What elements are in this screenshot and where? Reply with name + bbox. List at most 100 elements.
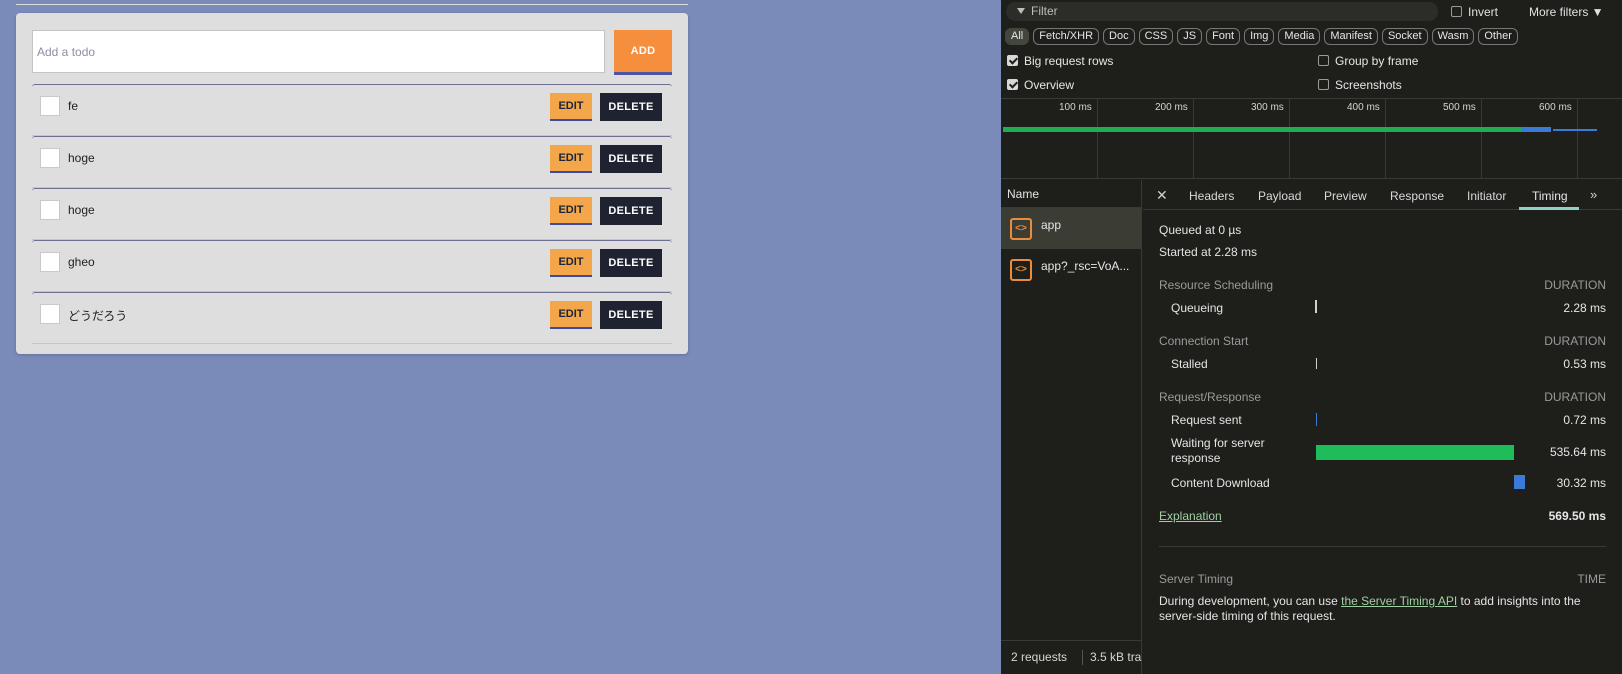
todo-item: fe EDIT DELETE xyxy=(32,84,672,136)
total-duration: 569.50 ms xyxy=(1548,509,1606,523)
type-filter-chip[interactable]: CSS xyxy=(1138,28,1174,45)
timing-row-label: Content Download xyxy=(1171,476,1270,490)
section-divider xyxy=(1159,546,1606,547)
server-timing-text: During development, you can use xyxy=(1159,594,1342,608)
overview-label: Overview xyxy=(1024,78,1075,92)
duration-header: DURATION xyxy=(1544,334,1606,348)
todo-text: fe xyxy=(68,99,79,113)
todo-checkbox[interactable] xyxy=(40,200,60,220)
type-filter-chip[interactable]: Socket xyxy=(1381,28,1428,45)
tab-preview[interactable]: Preview xyxy=(1324,189,1367,203)
type-filter-chip[interactable]: Media xyxy=(1278,28,1321,45)
tab-payload[interactable]: Payload xyxy=(1258,189,1301,203)
section-title: Request/Response xyxy=(1159,390,1262,404)
server-timing-description: During development, you can use the Serv… xyxy=(1159,594,1606,624)
todo-input[interactable] xyxy=(32,30,605,73)
tab-timing[interactable]: Timing xyxy=(1532,189,1568,203)
edit-button[interactable]: EDIT xyxy=(550,145,592,173)
edit-button[interactable]: EDIT xyxy=(550,197,592,225)
filter-bar: Filter Invert More filters ▼ xyxy=(1001,0,1622,24)
filter-icon xyxy=(1017,8,1025,14)
delete-button[interactable]: DELETE xyxy=(600,197,662,225)
more-filters-dropdown[interactable]: More filters ▼ xyxy=(1529,5,1604,19)
timeline-tick-label: 500 ms xyxy=(1443,102,1476,113)
timing-bar-content-download xyxy=(1513,475,1525,489)
type-filter-chip[interactable]: Doc xyxy=(1103,28,1135,45)
edit-button[interactable]: EDIT xyxy=(550,301,592,329)
duration-header: DURATION xyxy=(1544,390,1606,404)
overview-timeline[interactable]: 100 ms 200 ms 300 ms 400 ms 500 ms 600 m… xyxy=(1001,98,1622,179)
overview-option[interactable]: Overview xyxy=(1007,78,1074,92)
filter-placeholder: Filter xyxy=(1031,4,1058,18)
transferred-size: 3.5 kB tra xyxy=(1090,650,1142,664)
delete-button[interactable]: DELETE xyxy=(600,93,662,121)
group-by-frame-option[interactable]: Group by frame xyxy=(1318,54,1418,68)
type-filter-chip[interactable]: Font xyxy=(1206,28,1241,45)
top-divider xyxy=(16,4,688,5)
invert-checkbox[interactable] xyxy=(1451,6,1462,17)
type-filter-chip[interactable]: Img xyxy=(1244,28,1275,45)
add-button[interactable]: ADD xyxy=(614,30,672,75)
edit-button[interactable]: EDIT xyxy=(550,93,592,121)
timing-row-label: Queueing xyxy=(1171,301,1224,315)
timeline-tick-label: 300 ms xyxy=(1251,102,1284,113)
todo-checkbox[interactable] xyxy=(40,252,60,272)
timeline-tick-label: 100 ms xyxy=(1059,102,1092,113)
todo-checkbox[interactable] xyxy=(40,96,60,116)
document-icon: <> xyxy=(1010,259,1032,281)
active-tab-indicator xyxy=(1519,207,1579,210)
timing-row-value: 0.53 ms xyxy=(1563,357,1606,371)
timeline-gridline xyxy=(1097,99,1098,178)
tab-headers[interactable]: Headers xyxy=(1189,189,1234,203)
section-title: Resource Scheduling xyxy=(1159,278,1274,292)
big-request-rows-option[interactable]: Big request rows xyxy=(1007,54,1113,68)
more-tabs-icon[interactable]: » xyxy=(1590,187,1597,202)
request-row[interactable]: <> app?_rsc=VoA... xyxy=(1001,249,1141,290)
todo-text: hoge xyxy=(68,203,95,217)
name-column-header[interactable]: Name xyxy=(1001,180,1141,208)
todo-checkbox[interactable] xyxy=(40,148,60,168)
invert-toggle[interactable]: Invert xyxy=(1451,5,1498,19)
todo-card: ADD fe EDIT DELETE hoge EDIT DELETE hoge… xyxy=(16,13,688,354)
type-filter-chip[interactable]: All xyxy=(1005,28,1030,45)
timeline-gridline xyxy=(1481,99,1482,178)
document-icon: <> xyxy=(1010,218,1032,240)
delete-button[interactable]: DELETE xyxy=(600,301,662,329)
devtools-network-panel: Filter Invert More filters ▼ All Fetch/XH… xyxy=(1001,0,1622,674)
group-by-frame-checkbox[interactable] xyxy=(1318,55,1329,66)
todo-item: hoge EDIT DELETE xyxy=(32,136,672,188)
close-icon[interactable]: ✕ xyxy=(1156,187,1168,204)
big-request-rows-checkbox[interactable] xyxy=(1007,55,1018,66)
duration-header: DURATION xyxy=(1544,278,1606,292)
timing-row-value: 2.28 ms xyxy=(1563,301,1606,315)
todo-text: hoge xyxy=(68,151,95,165)
todo-item: どうだろう EDIT DELETE xyxy=(32,292,672,344)
overview-checkbox[interactable] xyxy=(1007,79,1018,90)
timing-row-value: 535.64 ms xyxy=(1549,445,1606,459)
request-name-column: Name <> app <> app?_rsc=VoA... xyxy=(1001,180,1142,674)
tab-initiator[interactable]: Initiator xyxy=(1467,189,1506,203)
request-row[interactable]: <> app xyxy=(1001,208,1141,249)
edit-button[interactable]: EDIT xyxy=(550,249,592,277)
timing-row-label: Stalled xyxy=(1171,357,1208,371)
server-timing-api-link[interactable]: the Server Timing API xyxy=(1341,594,1457,608)
timing-bar-queueing xyxy=(1315,300,1317,313)
server-timing-time-header: TIME xyxy=(1577,572,1606,586)
type-filter-chip[interactable]: JS xyxy=(1177,28,1203,45)
tab-response[interactable]: Response xyxy=(1390,189,1444,203)
request-name: app xyxy=(1041,218,1062,232)
type-filter-chip[interactable]: Other xyxy=(1478,28,1518,45)
queued-at: Queued at 0 µs xyxy=(1159,223,1242,237)
type-filter-chip[interactable]: Wasm xyxy=(1431,28,1475,45)
delete-button[interactable]: DELETE xyxy=(600,249,662,277)
timing-row-value: 0.72 ms xyxy=(1563,413,1606,427)
type-filter-chip[interactable]: Manifest xyxy=(1324,28,1378,45)
explanation-link[interactable]: Explanation xyxy=(1159,509,1222,523)
type-filter-chip[interactable]: Fetch/XHR xyxy=(1033,28,1100,45)
filter-input[interactable]: Filter xyxy=(1006,2,1438,21)
todo-checkbox[interactable] xyxy=(40,304,60,324)
screenshots-option[interactable]: Screenshots xyxy=(1318,78,1402,92)
screenshots-checkbox[interactable] xyxy=(1318,79,1329,90)
delete-button[interactable]: DELETE xyxy=(600,145,662,173)
timing-bar-request-sent xyxy=(1316,413,1317,426)
